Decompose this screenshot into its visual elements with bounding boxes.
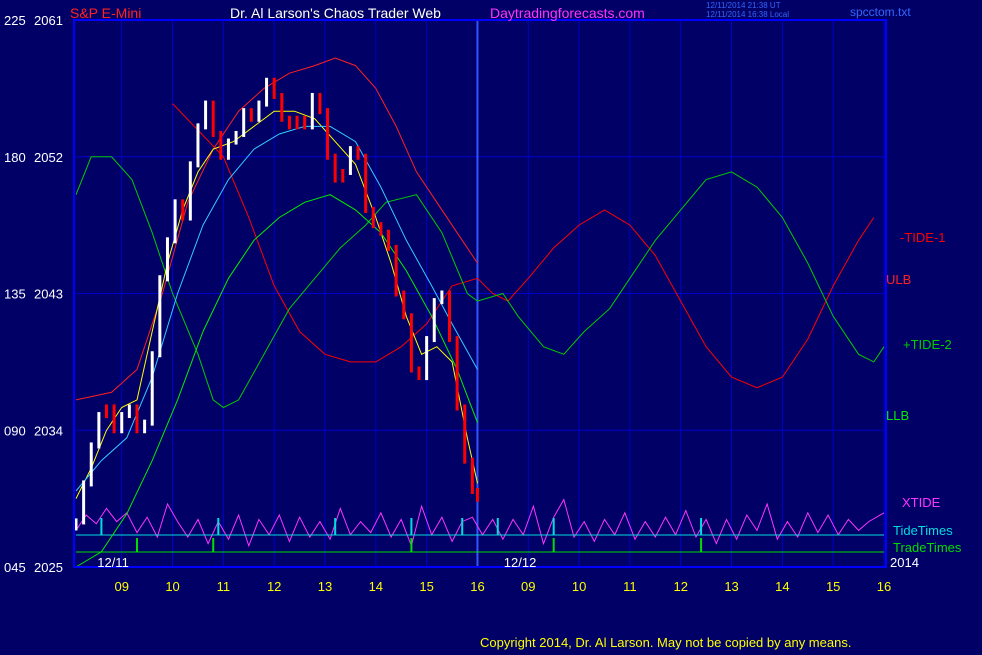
y-tick-price: 2043 xyxy=(34,287,63,302)
year-label: 2014 xyxy=(890,555,919,570)
y-tick-osc: 090 xyxy=(4,423,26,438)
series-label-xtide: XTIDE xyxy=(902,495,941,510)
series-label-ulb: ULB xyxy=(886,272,911,287)
x-tick-label: 13 xyxy=(318,579,332,594)
series-label-llb: LLB xyxy=(886,408,909,423)
data-file-name: spcctom.txt xyxy=(850,5,911,19)
site-link[interactable]: Daytradingforecasts.com xyxy=(490,5,645,21)
y-tick-price: 2052 xyxy=(34,150,63,165)
site-title: Dr. Al Larson's Chaos Trader Web xyxy=(230,5,441,21)
x-tick-label: 11 xyxy=(623,579,637,594)
chaos-trader-chart: S&P E-Mini Dr. Al Larson's Chaos Trader … xyxy=(0,0,982,650)
y-tick-price: 2061 xyxy=(34,13,63,28)
symbol-label: S&P E-Mini xyxy=(70,5,141,21)
x-tick-label: 10 xyxy=(572,579,586,594)
x-tick-label: 15 xyxy=(826,579,840,594)
x-tick-label: 14 xyxy=(775,579,789,594)
x-tick-label: 13 xyxy=(724,579,738,594)
chart-window: S&P E-Mini Dr. Al Larson's Chaos Trader … xyxy=(0,0,982,650)
date-label: 12/11 xyxy=(97,555,129,570)
x-tick-label: 09 xyxy=(115,579,129,594)
timestamp-ut: 12/11/2014 21:38 UT xyxy=(706,1,781,10)
x-tick-label: 15 xyxy=(419,579,433,594)
series-label-tidetimes: TideTimes xyxy=(893,523,953,538)
x-tick-label: 16 xyxy=(877,579,891,594)
x-tick-label: 12 xyxy=(267,579,281,594)
x-tick-label: 16 xyxy=(470,579,484,594)
y-tick-osc: 225 xyxy=(4,13,26,28)
x-tick-label: 11 xyxy=(217,579,231,594)
y-tick-osc: 045 xyxy=(4,560,26,575)
y-tick-osc: 135 xyxy=(4,287,26,302)
copyright-notice: Copyright 2014, Dr. Al Larson. May not b… xyxy=(480,635,851,650)
date-label: 12/12 xyxy=(504,555,537,570)
timestamp-local: 12/11/2014 16:38 Local xyxy=(706,10,789,19)
x-tick-label: 12 xyxy=(673,579,687,594)
series-label-tide-1: -TIDE-1 xyxy=(900,230,946,245)
x-tick-label: 14 xyxy=(369,579,383,594)
y-tick-price: 2025 xyxy=(34,560,63,575)
y-tick-price: 2034 xyxy=(34,423,63,438)
x-tick-label: 09 xyxy=(521,579,535,594)
y-tick-osc: 180 xyxy=(4,150,26,165)
series-label-tradetimes: TradeTimes xyxy=(893,540,962,555)
series-label-tide-2: +TIDE-2 xyxy=(903,337,952,352)
x-tick-label: 10 xyxy=(165,579,179,594)
